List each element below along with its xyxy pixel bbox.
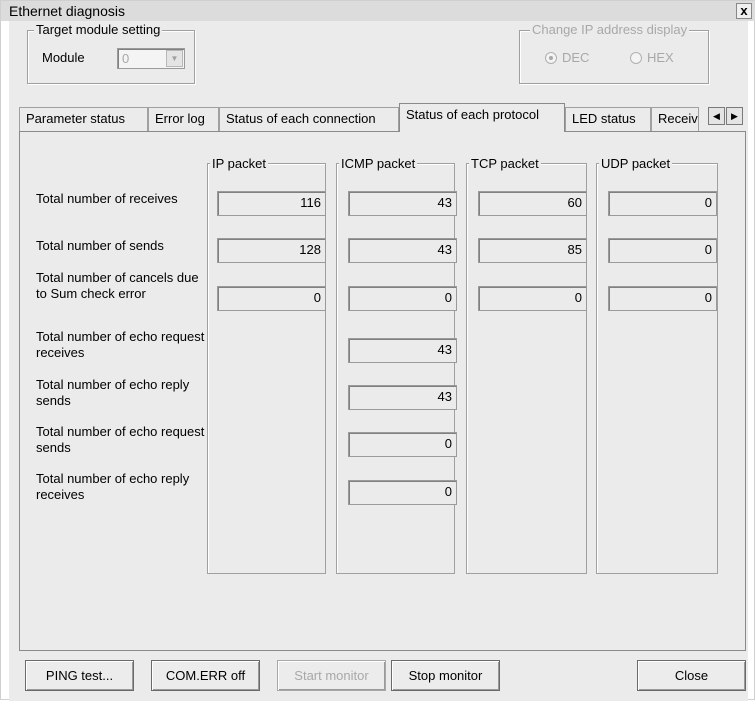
hex-radio[interactable] <box>630 52 642 64</box>
row-label-receives: Total number of receives <box>36 191 178 206</box>
icmp-packet-heading: ICMP packet <box>339 156 418 172</box>
tcp-receives-value: 60 <box>478 191 587 216</box>
protocol-status-panel: IP packet ICMP packet TCP packet UDP pac… <box>19 131 746 651</box>
tab-scroll-right-icon[interactable]: ▶ <box>726 107 743 125</box>
udp-receives-value: 0 <box>608 191 717 216</box>
tab-led-status[interactable]: LED status <box>565 107 651 131</box>
tab-error-log[interactable]: Error log <box>148 107 219 131</box>
tcp-packet-heading: TCP packet <box>469 156 541 172</box>
icmp-packet-group: ICMP packet <box>336 156 455 574</box>
ip-display-group: Change IP address display DEC HEX <box>519 22 709 84</box>
stop-monitor-button[interactable]: Stop monitor <box>391 660 500 691</box>
chevron-down-icon[interactable]: ▼ <box>166 50 183 67</box>
udp-sends-value: 0 <box>608 238 717 263</box>
module-select-value: 0 <box>122 51 130 66</box>
close-button[interactable]: Close <box>637 660 746 691</box>
ip-sends-value: 128 <box>217 238 326 263</box>
tab-status-of-each-connection[interactable]: Status of each connection <box>219 107 399 131</box>
dialog-client-area: Target module setting Module 0 ▼ Change … <box>9 21 748 701</box>
icmp-echo-request-sends-value: 0 <box>348 432 457 457</box>
target-module-group-title: Target module setting <box>34 22 163 38</box>
udp-sum-check-cancels-value: 0 <box>608 286 717 311</box>
ip-packet-group: IP packet <box>207 156 326 574</box>
ip-packet-heading: IP packet <box>210 156 268 172</box>
row-label-sends: Total number of sends <box>36 238 164 253</box>
row-label-echo-request-receives: Total number of echo request receives <box>36 329 205 360</box>
ip-sum-check-cancels-value: 0 <box>217 286 326 311</box>
row-label-echo-reply-sends: Total number of echo reply sends <box>36 377 190 408</box>
ip-display-group-title: Change IP address display <box>530 22 690 38</box>
module-select[interactable]: 0 ▼ <box>117 48 185 69</box>
row-label-echo-reply-receives: Total number of echo reply receives <box>36 471 190 502</box>
row-label-sum-check-cancels: Total number of cancels due to Sum check… <box>36 270 199 301</box>
window-title: Ethernet diagnosis <box>9 3 125 19</box>
start-monitor-button[interactable]: Start monitor <box>277 660 386 691</box>
udp-packet-group: UDP packet <box>596 156 718 574</box>
icmp-echo-request-receives-value: 43 <box>348 338 457 363</box>
dec-radio[interactable] <box>545 52 557 64</box>
icmp-sends-value: 43 <box>348 238 457 263</box>
udp-packet-heading: UDP packet <box>599 156 673 172</box>
tab-receive[interactable]: Receiv <box>651 107 699 131</box>
icmp-sum-check-cancels-value: 0 <box>348 286 457 311</box>
ping-test-button[interactable]: PING test... <box>25 660 134 691</box>
icmp-echo-reply-receives-value: 0 <box>348 480 457 505</box>
module-label: Module <box>42 50 85 65</box>
hex-radio-label: HEX <box>647 50 674 65</box>
tcp-sum-check-cancels-value: 0 <box>478 286 587 311</box>
target-module-group: Target module setting Module 0 ▼ <box>27 22 195 84</box>
row-label-echo-request-sends: Total number of echo request sends <box>36 424 205 455</box>
tab-status-of-each-protocol[interactable]: Status of each protocol <box>399 103 565 132</box>
close-icon[interactable]: x <box>736 3 752 19</box>
tab-scroll-left-icon[interactable]: ◀ <box>708 107 725 125</box>
tcp-packet-group: TCP packet <box>466 156 587 574</box>
title-bar: Ethernet diagnosis x <box>1 1 755 21</box>
com-err-off-button[interactable]: COM.ERR off <box>151 660 260 691</box>
icmp-receives-value: 43 <box>348 191 457 216</box>
tcp-sends-value: 85 <box>478 238 587 263</box>
dec-radio-label: DEC <box>562 50 590 65</box>
ethernet-diagnosis-window: Ethernet diagnosis x Target module setti… <box>0 0 755 701</box>
icmp-echo-reply-sends-value: 43 <box>348 385 457 410</box>
tab-parameter-status[interactable]: Parameter status <box>19 107 148 131</box>
ip-receives-value: 116 <box>217 191 326 216</box>
